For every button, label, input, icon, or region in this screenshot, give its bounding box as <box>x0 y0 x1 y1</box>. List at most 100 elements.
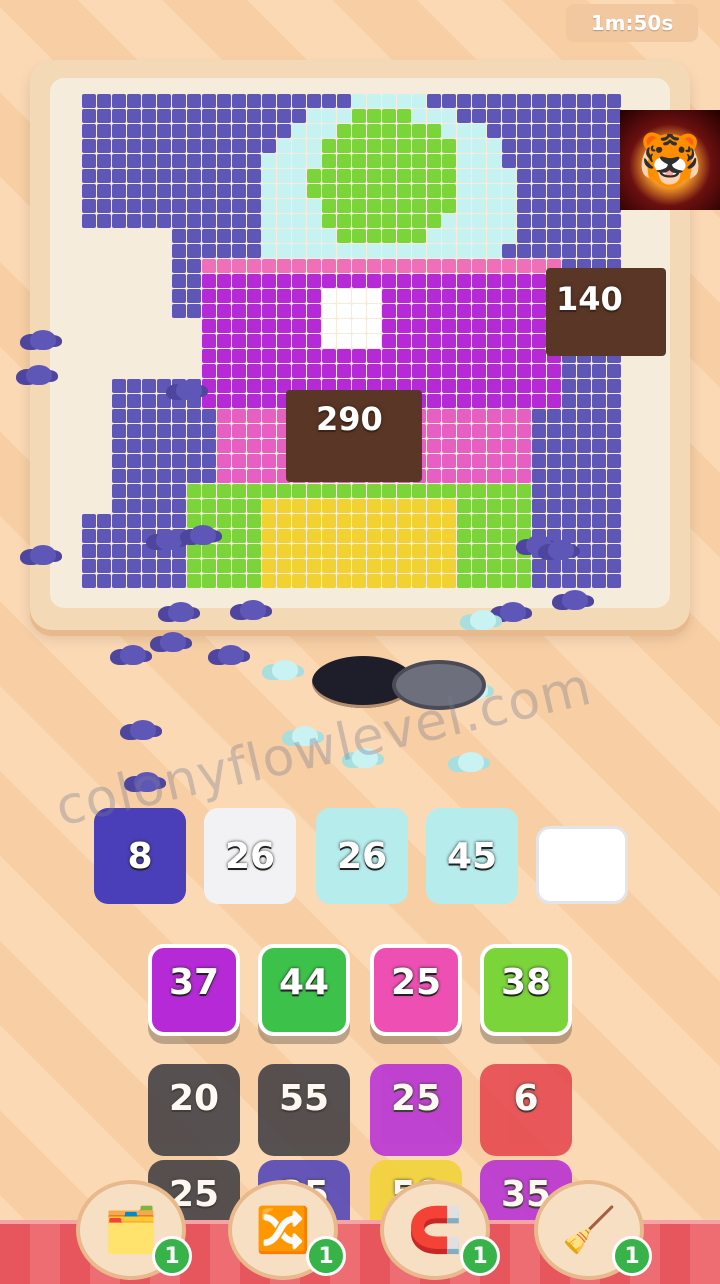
cup-top-col-3[interactable]: 25 <box>370 944 462 1036</box>
pixel-tile <box>442 304 456 318</box>
chocolate-block-label: 290 <box>316 400 383 438</box>
pixel-tile <box>262 274 276 288</box>
pixel-tile <box>262 304 276 318</box>
cup-top-col-4[interactable]: 38 <box>480 944 572 1036</box>
pixel-tile <box>487 424 501 438</box>
pixel-tile <box>397 244 411 258</box>
pixel-tile <box>367 319 381 333</box>
pixel-tile <box>217 439 231 453</box>
pixel-tile <box>457 409 471 423</box>
pixel-tile <box>127 169 141 183</box>
pixel-tile <box>142 424 156 438</box>
cup-mid-col-1: 20 <box>148 1064 240 1156</box>
pixel-tile <box>187 409 201 423</box>
pixel-tile <box>202 184 216 198</box>
pixel-tile <box>547 109 561 123</box>
cup-mid-col-4: 6 <box>480 1064 572 1156</box>
pixel-tile <box>112 514 126 528</box>
pixel-tile <box>472 94 486 108</box>
pixel-tile <box>502 319 516 333</box>
pixel-tile <box>322 334 336 348</box>
pixel-tile <box>442 574 456 588</box>
pixel-tile <box>277 94 291 108</box>
pixel-tile <box>322 229 336 243</box>
pixel-tile <box>337 319 351 333</box>
pixel-tile <box>202 214 216 228</box>
pixel-tile <box>442 109 456 123</box>
pixel-tile <box>427 229 441 243</box>
pixel-tile <box>352 289 366 303</box>
pixel-tile <box>142 499 156 513</box>
pixel-tile <box>142 559 156 573</box>
pixel-tile <box>532 259 546 273</box>
pixel-tile <box>577 394 591 408</box>
pixel-tile <box>127 484 141 498</box>
pixel-tile <box>127 109 141 123</box>
pixel-tile <box>322 544 336 558</box>
ant-icon <box>176 380 202 400</box>
pixel-tile <box>397 499 411 513</box>
queue-slot-3[interactable]: 26 <box>316 808 408 904</box>
pixel-tile <box>367 214 381 228</box>
pixel-tile <box>202 364 216 378</box>
pixel-tile <box>337 244 351 258</box>
pixel-tile <box>277 514 291 528</box>
pixel-tile <box>487 274 501 288</box>
pixel-tile <box>487 514 501 528</box>
pixel-tile <box>337 154 351 168</box>
pixel-tile <box>232 109 246 123</box>
pixel-tile <box>217 544 231 558</box>
pixel-tile <box>592 199 606 213</box>
pixel-tile <box>337 289 351 303</box>
pixel-tile <box>262 154 276 168</box>
pixel-tile <box>592 544 606 558</box>
pixel-tile <box>577 94 591 108</box>
queue-slot-4[interactable]: 45 <box>426 808 518 904</box>
pixel-tile <box>487 529 501 543</box>
pixel-tile <box>607 394 621 408</box>
pixel-tile <box>442 559 456 573</box>
pixel-tile <box>277 184 291 198</box>
pixel-tile <box>502 214 516 228</box>
pixel-tile <box>502 184 516 198</box>
pixel-tile <box>427 469 441 483</box>
pixel-tile <box>82 154 96 168</box>
pixel-tile <box>322 124 336 138</box>
pixel-tile <box>487 169 501 183</box>
pixel-tile <box>547 244 561 258</box>
pixel-tile <box>157 379 171 393</box>
pixel-tile <box>382 184 396 198</box>
pixel-tile <box>577 499 591 513</box>
queue-slot-empty[interactable] <box>536 826 628 904</box>
pixel-tile <box>517 259 531 273</box>
pixel-tile <box>457 229 471 243</box>
pixel-tile <box>187 214 201 228</box>
pixel-tile <box>172 439 186 453</box>
pixel-tile <box>187 154 201 168</box>
pixel-tile <box>502 109 516 123</box>
pixel-tile <box>262 379 276 393</box>
queue-slot-2[interactable]: 26 <box>204 808 296 904</box>
pixel-tile <box>547 379 561 393</box>
pixel-tile <box>472 349 486 363</box>
pixel-tile <box>382 154 396 168</box>
pixel-tile <box>547 559 561 573</box>
pixel-tile <box>277 349 291 363</box>
pixel-tile <box>442 379 456 393</box>
pixel-tile <box>157 484 171 498</box>
pixel-tile <box>247 574 261 588</box>
pixel-tile <box>262 529 276 543</box>
pixel-tile <box>157 559 171 573</box>
pixel-tile <box>457 514 471 528</box>
pixel-tile <box>157 574 171 588</box>
pixel-tile <box>592 244 606 258</box>
pixel-tile <box>397 289 411 303</box>
pixel-tile <box>292 259 306 273</box>
ant-icon <box>458 752 484 772</box>
pixel-tile <box>142 469 156 483</box>
cup-top-col-1[interactable]: 37 <box>148 944 240 1036</box>
pixel-tile <box>322 259 336 273</box>
pixel-tile <box>397 169 411 183</box>
pixel-tile <box>292 514 306 528</box>
cup-top-col-2[interactable]: 44 <box>258 944 350 1036</box>
